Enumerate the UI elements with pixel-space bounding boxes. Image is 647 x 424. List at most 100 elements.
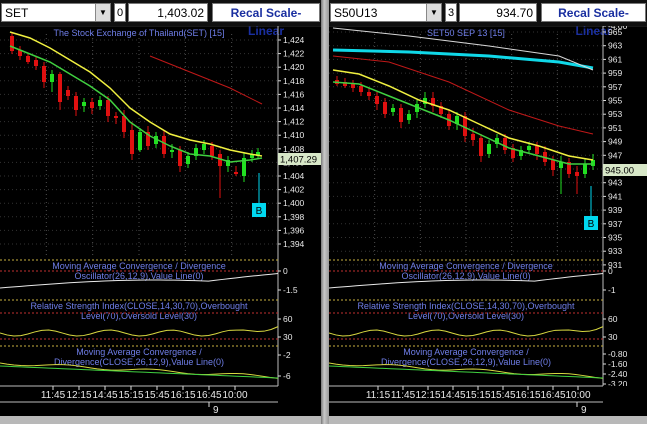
time-label: 11:45 bbox=[391, 390, 416, 401]
y-tick-label: 941 bbox=[608, 191, 622, 201]
y-tick-label: 961 bbox=[608, 54, 622, 64]
y-tick-label: 1,408 bbox=[283, 144, 305, 154]
candle-body bbox=[10, 36, 14, 51]
left-symbol-select[interactable]: SET ▼ bbox=[1, 3, 111, 22]
y-tick-label: 1,424 bbox=[283, 35, 305, 45]
candle-body bbox=[551, 160, 555, 170]
candle-body bbox=[114, 116, 118, 118]
candle-body bbox=[186, 156, 190, 164]
y-tick-label: 951 bbox=[608, 123, 622, 133]
left-symbol-label: SET bbox=[5, 6, 29, 20]
y-tick-label: 1,418 bbox=[283, 76, 305, 86]
candle-body bbox=[391, 108, 395, 112]
time-label: 14:45 bbox=[440, 390, 465, 401]
y-tick-label: 939 bbox=[608, 205, 622, 215]
time-label: 15:15 bbox=[465, 390, 490, 401]
candle-body bbox=[575, 172, 579, 176]
y-tick-label: -1.60 bbox=[608, 359, 628, 369]
right-chart-canvas[interactable]: 9659639619599579559539519499479459439419… bbox=[329, 26, 647, 424]
pane-splitter[interactable] bbox=[321, 0, 329, 424]
y-tick-label: 1,412 bbox=[283, 117, 305, 127]
y-tick-label: -1.5 bbox=[283, 285, 298, 295]
last-price-label: 945.00 bbox=[605, 166, 634, 177]
y-tick-label: 30 bbox=[608, 332, 618, 342]
y-tick-label: -2 bbox=[283, 350, 291, 360]
panel-title-line1: Moving Average Convergence / Divergence bbox=[379, 261, 552, 271]
right-recal-scale-button[interactable]: Recal Scale-Linear bbox=[541, 3, 646, 38]
left-toolbar: SET ▼ 0 1,403.02 Recal Scale-Linear bbox=[0, 0, 321, 38]
left-chart-pane: SET ▼ 0 1,403.02 Recal Scale-Linear 1,42… bbox=[0, 0, 321, 424]
time-label: 14:45 bbox=[92, 390, 117, 401]
panel-title-line2: Oscillator(26,12,9),Value Line(0) bbox=[402, 271, 531, 281]
y-tick-label: 1,400 bbox=[283, 198, 305, 208]
y-tick-label: 1,414 bbox=[283, 103, 305, 113]
y-tick-label: -1 bbox=[608, 285, 616, 295]
candle-body bbox=[122, 116, 126, 132]
time-label: 15:45 bbox=[490, 390, 515, 401]
y-tick-label: 1,394 bbox=[283, 239, 305, 249]
candle-body bbox=[162, 136, 166, 154]
right-symbol-select[interactable]: S50U13 ▼ bbox=[330, 3, 442, 22]
y-tick-label: 30 bbox=[283, 332, 293, 342]
time-label: 16:15 bbox=[170, 390, 195, 401]
panel-title-line2: Oscillator(26,12,9),Value Line(0) bbox=[75, 271, 204, 281]
candle-body bbox=[375, 96, 379, 104]
time-label: 15:15 bbox=[118, 390, 143, 401]
chart-title: SET50 SEP 13 [15] bbox=[427, 28, 505, 38]
right-chart-pane: S50U13 ▼ 3 934.70 Recal Scale-Linear 965… bbox=[329, 0, 647, 424]
candle-body bbox=[50, 74, 54, 82]
left-recal-scale-button[interactable]: Recal Scale-Linear bbox=[212, 3, 320, 38]
panel-title-line2: Level(70),Oversold Level(30) bbox=[81, 311, 197, 321]
moving-average-mid bbox=[9, 45, 263, 163]
horizontal-scrollbar bbox=[329, 416, 647, 424]
candle-body bbox=[138, 132, 142, 150]
time-label: 16:45 bbox=[540, 390, 565, 401]
y-tick-label: -6 bbox=[283, 371, 291, 381]
candle-body bbox=[503, 138, 507, 150]
y-tick-label: 1,420 bbox=[283, 62, 305, 72]
y-tick-label: 937 bbox=[608, 219, 622, 229]
y-tick-label: 1,422 bbox=[283, 49, 305, 59]
right-interval-field[interactable]: 3 bbox=[445, 3, 457, 22]
candle-body bbox=[527, 146, 531, 150]
candle-body bbox=[82, 102, 86, 106]
rsi-line bbox=[0, 326, 279, 337]
left-chart-canvas[interactable]: 1,424 1,422 1,420 1,418 1,416 1,414 1,412 1,410… bbox=[0, 26, 321, 424]
y-tick-label: 1,402 bbox=[283, 185, 305, 195]
panel-title-line1: Moving Average Convergence / bbox=[403, 347, 529, 357]
panel-title-line2: Divergence(CLOSE,26,12,9),Value Line(0) bbox=[381, 357, 551, 367]
time-label: 12:15 bbox=[415, 390, 440, 401]
right-price-field[interactable]: 934.70 bbox=[459, 3, 537, 22]
y-tick-label: 957 bbox=[608, 82, 622, 92]
time-label: 11:15 bbox=[366, 390, 391, 401]
moving-average-slow bbox=[149, 55, 263, 105]
right-symbol-label: S50U13 bbox=[334, 6, 378, 20]
chevron-down-icon[interactable]: ▼ bbox=[426, 4, 441, 21]
y-tick-label: 60 bbox=[608, 314, 618, 324]
candle-body bbox=[98, 100, 102, 106]
chart-title: The Stock Exchange of Thailand(SET) [15] bbox=[54, 28, 225, 38]
panel-title-line1: Relative Strength Index(CLOSE,14,30,70),… bbox=[30, 301, 248, 311]
y-tick-label: 1,416 bbox=[283, 89, 305, 99]
macd-signal-line bbox=[0, 365, 279, 379]
y-tick-label: 959 bbox=[608, 68, 622, 78]
y-tick-label: 1,398 bbox=[283, 212, 305, 222]
y-tick-label: 1,404 bbox=[283, 171, 305, 181]
candle-body bbox=[90, 102, 94, 108]
candle-body bbox=[202, 144, 206, 150]
rsi-line bbox=[329, 326, 604, 337]
last-price-label: 1,407.29 bbox=[280, 155, 317, 166]
time-label: 10:00 bbox=[565, 390, 590, 401]
horizontal-scrollbar bbox=[0, 416, 321, 424]
y-tick-label: 933 bbox=[608, 246, 622, 256]
candle-body bbox=[210, 146, 214, 156]
date-label: 9 bbox=[213, 405, 219, 416]
left-price-field[interactable]: 1,403.02 bbox=[128, 3, 208, 22]
candle-body bbox=[383, 102, 387, 114]
candle-body bbox=[106, 100, 110, 116]
candle-body bbox=[58, 74, 62, 102]
signal-marker-label: B bbox=[588, 219, 595, 230]
time-label: 15:45 bbox=[144, 390, 169, 401]
chevron-down-icon[interactable]: ▼ bbox=[95, 4, 110, 21]
left-interval-field[interactable]: 0 bbox=[114, 3, 126, 22]
